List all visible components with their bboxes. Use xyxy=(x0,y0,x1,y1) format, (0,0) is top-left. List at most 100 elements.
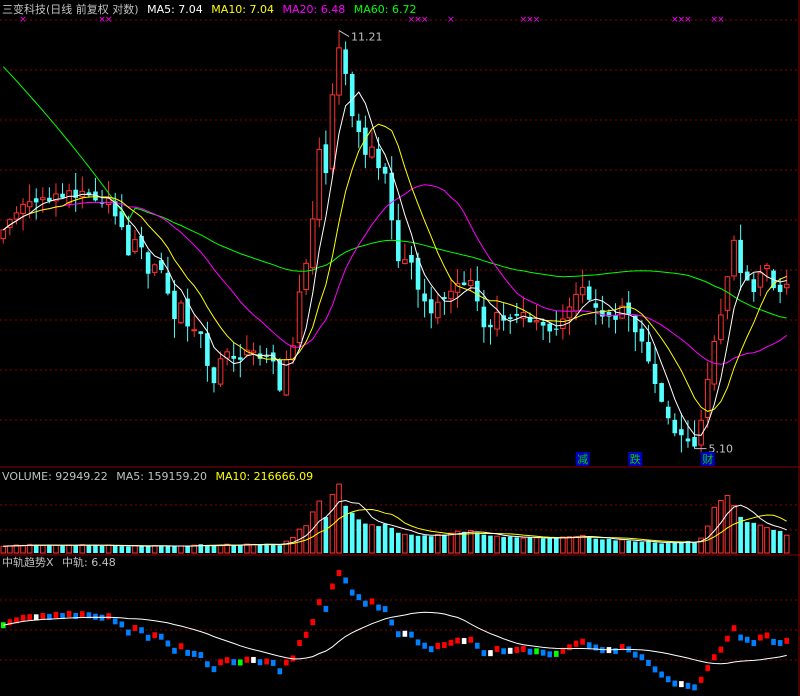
candle xyxy=(303,262,309,290)
candle xyxy=(165,272,171,294)
volume-bar xyxy=(579,534,586,554)
candle xyxy=(369,146,375,158)
volume-bar xyxy=(119,546,125,553)
trend-block xyxy=(771,638,776,645)
volume-bar xyxy=(217,544,224,554)
candle xyxy=(751,279,757,293)
candle xyxy=(277,359,283,391)
volume-bar xyxy=(619,539,625,554)
high-label-arrow xyxy=(338,30,350,37)
volume-bar xyxy=(277,545,283,553)
volume-bar xyxy=(626,540,632,553)
candle xyxy=(336,47,342,96)
candle xyxy=(639,328,645,342)
volume-bar xyxy=(600,539,605,553)
trend-block xyxy=(93,613,98,620)
volume-bar xyxy=(501,536,506,553)
volume-bar xyxy=(73,545,79,553)
volume-bar xyxy=(165,546,171,553)
candle xyxy=(659,383,664,402)
trend-block xyxy=(152,632,158,639)
top-signal-marker: × xyxy=(533,15,541,25)
trend-block xyxy=(336,570,342,577)
trend-block xyxy=(323,605,329,612)
trend-block xyxy=(547,651,553,658)
trend-block xyxy=(507,647,513,654)
volume-bar xyxy=(461,531,467,553)
candle xyxy=(488,324,493,328)
volume-bar xyxy=(751,522,757,553)
volume-bar xyxy=(488,535,493,553)
volume-bar xyxy=(20,544,26,554)
trend-block xyxy=(66,610,72,617)
trend-midline xyxy=(3,611,787,665)
volume-bar xyxy=(105,544,112,554)
candle xyxy=(547,323,553,332)
trend-block xyxy=(468,636,474,643)
volume-bar xyxy=(205,545,210,553)
candle xyxy=(33,198,39,203)
volume-bar xyxy=(593,538,599,553)
candle xyxy=(540,321,546,326)
volume-bar xyxy=(718,499,724,554)
ma20-readout: MA20: 6.48 xyxy=(282,3,346,16)
volume-bar xyxy=(356,519,362,553)
kline-chart[interactable]: 11.215.10减跌财××××××××××××××××××××× 三变科技(日… xyxy=(0,0,800,696)
volume-bar xyxy=(389,527,395,553)
candle xyxy=(672,419,678,434)
volume-bar xyxy=(349,512,355,553)
volume-bar xyxy=(145,546,151,553)
trend-block xyxy=(79,611,85,618)
trend-block xyxy=(185,649,190,656)
candle xyxy=(231,355,237,359)
volume-bar xyxy=(442,534,447,553)
volume-bar xyxy=(79,544,86,554)
volume-bar xyxy=(553,538,559,553)
trend-block xyxy=(382,606,388,613)
trend-block xyxy=(402,630,408,637)
candle xyxy=(409,255,414,263)
volume-bar xyxy=(540,538,546,553)
volume-bar xyxy=(434,533,441,554)
trend-block xyxy=(665,676,671,683)
ma5-line xyxy=(2,91,787,436)
chart-canvas[interactable]: 11.215.10减跌财××××××××××××××××××××× xyxy=(0,0,800,696)
candle xyxy=(679,429,684,436)
trend-block xyxy=(685,682,691,689)
trend-block xyxy=(428,646,434,653)
volume-bar xyxy=(382,523,388,553)
volume-bar xyxy=(771,529,776,553)
event-marker-label: 跌 xyxy=(630,452,641,466)
candle xyxy=(356,120,362,132)
volume-bar xyxy=(185,546,190,553)
candle xyxy=(481,306,487,328)
volume-bar xyxy=(409,534,414,553)
trend-block xyxy=(586,642,592,649)
trend-block xyxy=(580,638,585,645)
trend-block xyxy=(593,644,599,651)
volume-bar xyxy=(316,500,323,554)
volume-bar xyxy=(139,545,144,553)
trend-block xyxy=(613,648,618,655)
candle xyxy=(172,290,177,320)
trend-block xyxy=(40,613,46,620)
trend-block xyxy=(284,659,289,666)
candle xyxy=(20,203,26,214)
trend-block xyxy=(257,659,263,666)
volume-header: VOLUME: 92949.22 MA5: 159159.20 MA10: 21… xyxy=(2,470,318,484)
candle xyxy=(579,286,586,296)
candle xyxy=(13,212,20,220)
trend-block xyxy=(112,618,118,625)
trend-block xyxy=(363,600,368,607)
trend-block xyxy=(270,659,276,666)
trend-block xyxy=(632,651,638,658)
trend-block xyxy=(553,650,559,657)
trend-block xyxy=(705,665,711,672)
trend-block xyxy=(349,589,355,596)
trend-header: 中轨趋势X 中轨: 6.48 xyxy=(2,556,121,570)
ma60-line xyxy=(2,66,787,319)
trend-block xyxy=(514,646,520,653)
trend-block xyxy=(534,648,539,655)
trend-block xyxy=(461,638,467,645)
trend-block xyxy=(652,666,658,673)
